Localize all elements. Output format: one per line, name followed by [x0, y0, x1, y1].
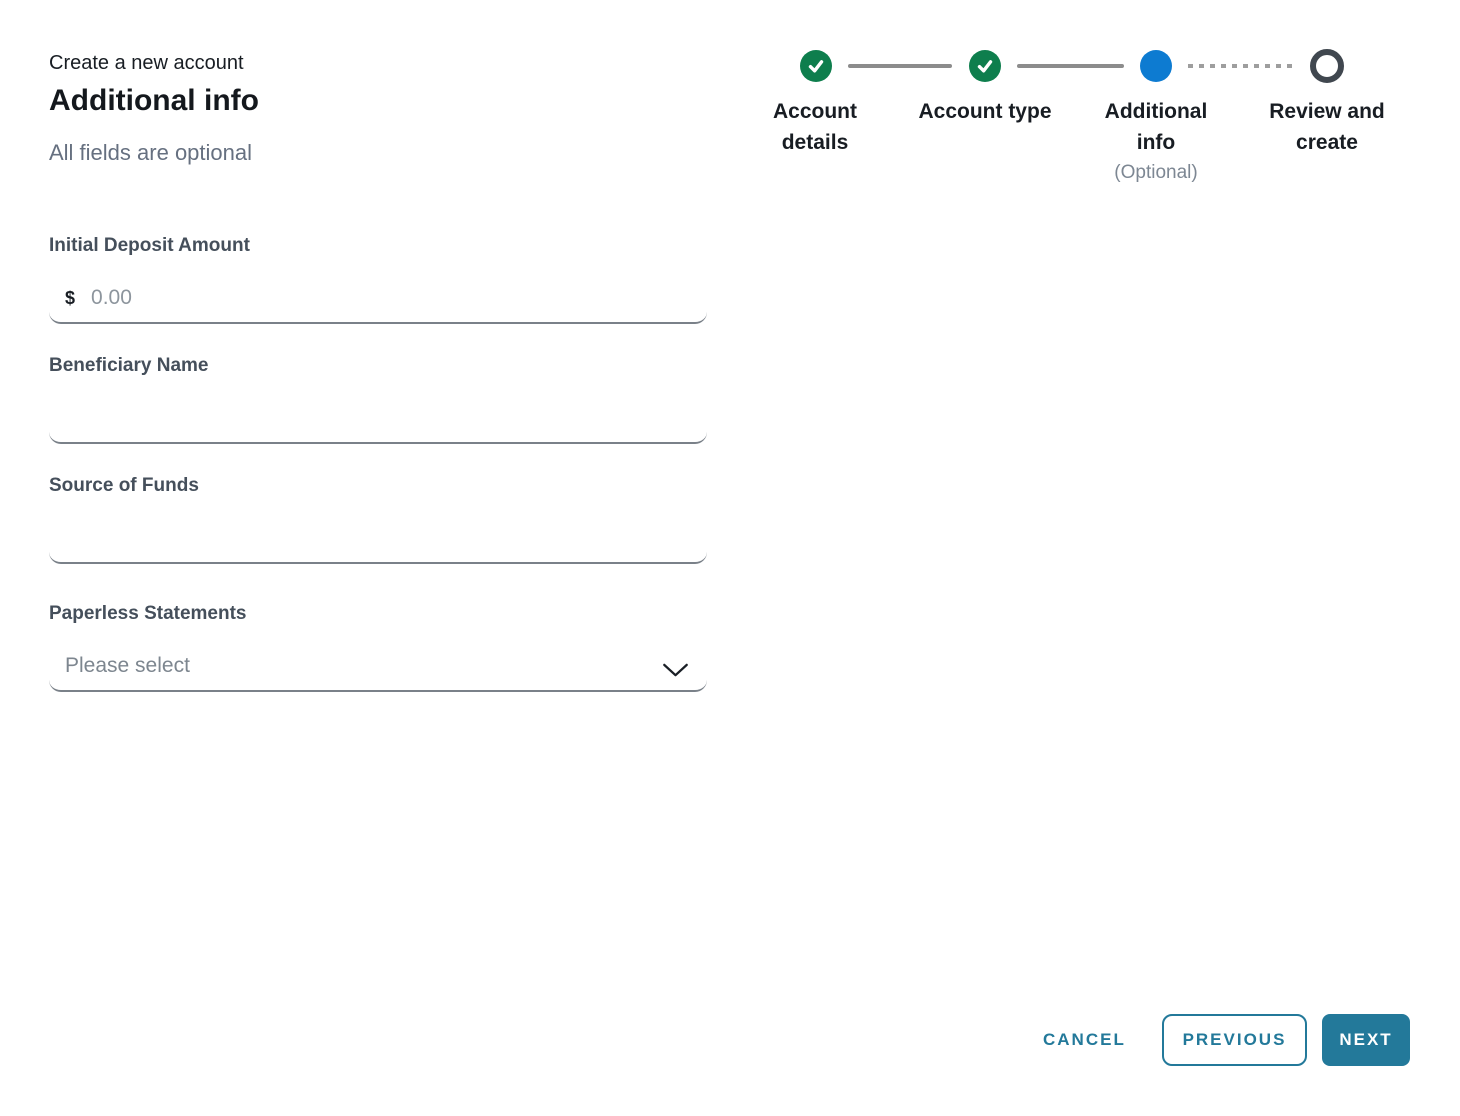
- step-label-additional-info: Additional info (Optional): [1091, 96, 1221, 188]
- chevron-down-icon: [662, 663, 689, 678]
- step-connector-solid: [848, 64, 952, 68]
- step-label-review-and-create: Review and create: [1257, 96, 1397, 158]
- source-of-funds-input-wrap: [49, 499, 707, 564]
- step-account-type-complete-icon: [969, 50, 1001, 82]
- step-connector-solid: [1017, 64, 1124, 68]
- source-of-funds-input[interactable]: [65, 524, 691, 552]
- wizard-title: Create a new account: [49, 50, 244, 76]
- check-icon: [805, 55, 827, 77]
- step-optional-note: (Optional): [1091, 158, 1221, 188]
- beneficiary-name-field-group: Beneficiary Name: [49, 353, 707, 444]
- create-account-wizard-page: Create a new account Additional info All…: [0, 0, 1460, 1116]
- next-button[interactable]: NEXT: [1322, 1014, 1410, 1066]
- step-additional-info-current-icon: [1140, 50, 1172, 82]
- step-label-account-details: Account details: [755, 96, 875, 158]
- previous-button[interactable]: PREVIOUS: [1162, 1014, 1307, 1066]
- check-icon: [974, 55, 996, 77]
- cancel-button[interactable]: CANCEL: [1043, 1028, 1126, 1052]
- initial-deposit-label: Initial Deposit Amount: [49, 233, 707, 259]
- paperless-statements-field-group: Paperless Statements Please select: [49, 601, 707, 692]
- source-of-funds-label: Source of Funds: [49, 473, 707, 499]
- beneficiary-name-label: Beneficiary Name: [49, 353, 707, 379]
- initial-deposit-field-group: Initial Deposit Amount $: [49, 233, 707, 324]
- step-label-account-type: Account type: [895, 96, 1075, 127]
- dollar-prefix: $: [65, 284, 75, 312]
- page-title: Additional info: [49, 82, 259, 120]
- page-subtitle: All fields are optional: [49, 138, 252, 168]
- step-connector-dotted: [1188, 64, 1292, 68]
- initial-deposit-input[interactable]: [91, 284, 691, 312]
- beneficiary-name-input-wrap: [49, 379, 707, 444]
- step-account-details-complete-icon: [800, 50, 832, 82]
- beneficiary-name-input[interactable]: [65, 404, 691, 432]
- initial-deposit-input-wrap: $: [49, 259, 707, 324]
- select-placeholder-text: Please select: [65, 652, 190, 680]
- step-review-upcoming-icon: [1310, 49, 1344, 83]
- paperless-statements-label: Paperless Statements: [49, 601, 707, 627]
- source-of-funds-field-group: Source of Funds: [49, 473, 707, 564]
- paperless-statements-select[interactable]: Please select: [49, 627, 707, 692]
